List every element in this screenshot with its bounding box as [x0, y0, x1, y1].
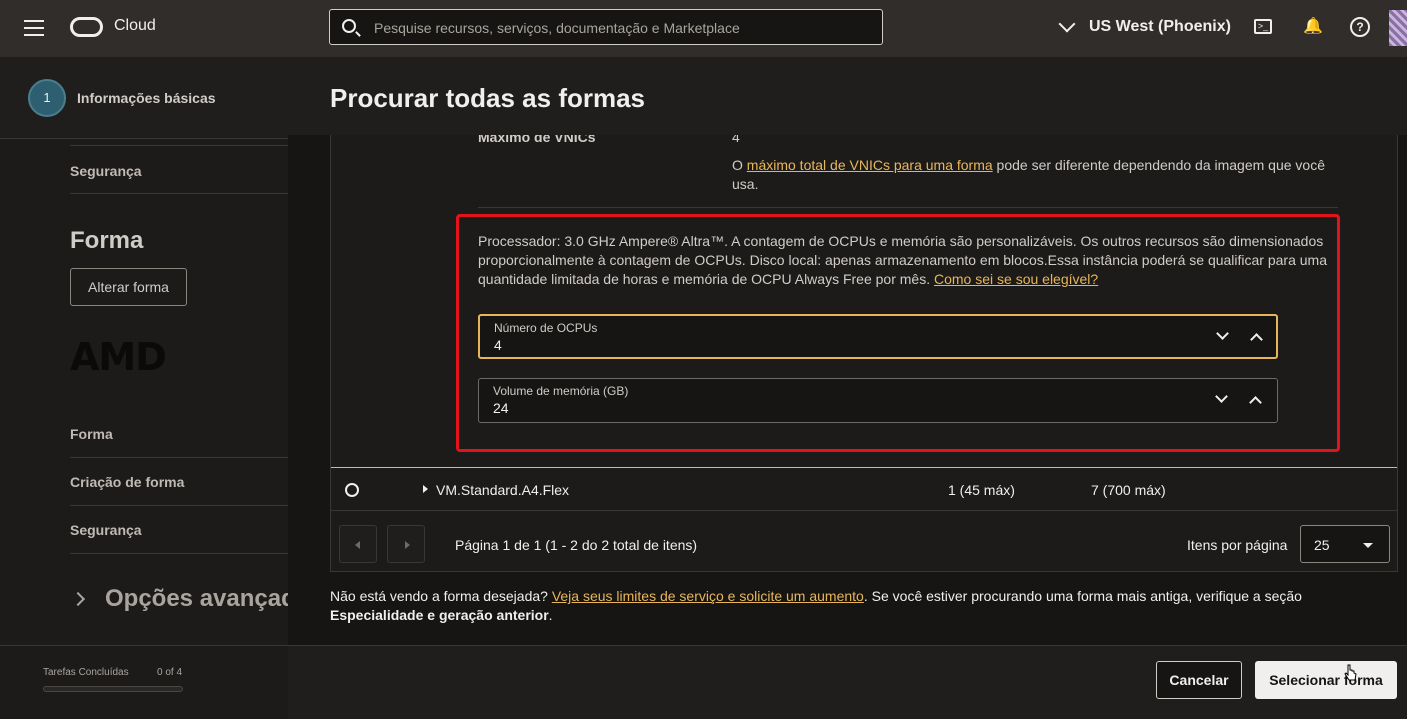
footnote-mid: . Se você estiver procurando uma forma m… — [863, 588, 1302, 604]
cloud-shell-icon[interactable]: >_ — [1254, 19, 1272, 34]
next-page-button[interactable] — [387, 525, 425, 563]
ocpu-count-value[interactable]: 4 — [494, 337, 502, 353]
security-link[interactable]: Segurança — [70, 522, 142, 538]
chevron-left-icon — [355, 541, 360, 549]
footnote-pre: Não está vendo a forma desejada? — [330, 588, 552, 604]
tasks-label: Tarefas Concluídas — [43, 667, 129, 678]
search-input[interactable]: Pesquise recursos, serviços, documentaçã… — [329, 9, 883, 45]
divider — [331, 467, 1397, 468]
amd-logo: AMD — [70, 335, 167, 379]
section-title: Forma — [70, 227, 144, 254]
search-icon — [342, 19, 356, 33]
pagination-info: Página 1 de 1 (1 - 2 do 2 total de itens… — [455, 537, 698, 553]
help-icon[interactable]: ? — [1350, 17, 1370, 37]
chevron-right-icon[interactable] — [70, 591, 86, 607]
decrement-icon[interactable] — [1216, 327, 1229, 340]
tasks-footer: Tarefas Concluídas 0 of 4 — [0, 645, 288, 719]
shape-build-link[interactable]: Criação de forma — [70, 474, 184, 490]
tasks-count: 0 of 4 — [157, 667, 183, 678]
step-number: 1 — [28, 79, 66, 117]
vnic-value: 4 — [732, 135, 740, 145]
increment-icon[interactable] — [1250, 333, 1263, 346]
change-shape-button[interactable]: Alterar forma — [70, 268, 187, 306]
browse-shapes-panel: Procurar todas as formas Máximo de VNICs… — [288, 57, 1407, 719]
ocpu-count-field[interactable]: Número de OCPUs 4 — [478, 314, 1278, 359]
select-shape-button[interactable]: Selecionar forma — [1255, 661, 1397, 699]
cancel-button[interactable]: Cancelar — [1156, 661, 1242, 699]
divider — [70, 145, 288, 146]
per-page-value: 25 — [1314, 537, 1330, 553]
vnic-note-pre: O — [732, 157, 747, 173]
decrement-icon[interactable] — [1215, 390, 1228, 403]
eligibility-link[interactable]: Como sei se sou elegível? — [934, 271, 1098, 287]
shape-link[interactable]: Forma — [70, 426, 113, 442]
divider — [70, 505, 288, 506]
processor-description: Processador: 3.0 GHz Ampere® Altra™. A c… — [478, 232, 1338, 289]
step-label: Informações básicas — [77, 90, 216, 106]
chevron-right-icon — [405, 541, 410, 549]
pointer-cursor-icon — [1344, 664, 1357, 681]
previous-page-button[interactable] — [339, 525, 377, 563]
service-limits-link[interactable]: Veja seus limites de serviço e solicite … — [552, 588, 864, 604]
vnic-total-link[interactable]: máximo total de VNICs para uma forma — [747, 157, 993, 173]
per-page-label: Itens por página — [1187, 537, 1288, 553]
shapes-table: Máximo de VNICs 4 O máximo total de VNIC… — [330, 135, 1398, 572]
memory-label: Volume de memória (GB) — [493, 384, 629, 398]
footnote-end: . — [548, 607, 553, 623]
advanced-options-toggle[interactable]: Opções avançadas — [105, 585, 288, 613]
menu-icon[interactable] — [24, 20, 44, 36]
divider — [70, 553, 288, 554]
vnic-label: Máximo de VNICs — [478, 135, 596, 145]
panel-title: Procurar todas as formas — [330, 83, 646, 113]
shape-name: VM.Standard.A4.Flex — [436, 482, 570, 498]
divider — [70, 193, 288, 194]
region-selector[interactable]: US West (Phoenix) — [1089, 18, 1231, 36]
divider — [331, 510, 1397, 511]
per-page-select[interactable]: 25 — [1300, 525, 1390, 563]
ocpu-count-label: Número de OCPUs — [494, 321, 598, 335]
caret-down-icon — [1363, 543, 1373, 548]
oracle-logo-icon[interactable] — [70, 17, 103, 37]
vnic-note: O máximo total de VNICs para uma forma p… — [732, 156, 1332, 194]
search-placeholder: Pesquise recursos, serviços, documentaçã… — [374, 20, 740, 36]
processor-text: Processador: 3.0 GHz Ampere® Altra™. A c… — [478, 233, 1328, 287]
brand-label[interactable]: Cloud — [114, 17, 156, 35]
wizard-step[interactable]: 1 Informações básicas — [0, 57, 288, 139]
security-link-top[interactable]: Segurança — [70, 163, 142, 179]
memory-field[interactable]: Volume de memória (GB) 24 — [478, 378, 1278, 423]
footnote: Não está vendo a forma desejada? Veja se… — [330, 587, 1370, 625]
increment-icon[interactable] — [1249, 396, 1262, 409]
tasks-progress-bar — [43, 686, 183, 692]
divider — [70, 457, 288, 458]
panel-header: Procurar todas as formas — [288, 57, 1407, 135]
avatar[interactable] — [1389, 10, 1407, 46]
chevron-down-icon[interactable] — [1058, 15, 1076, 33]
shape-memory: 7 (700 máx) — [1091, 482, 1166, 498]
expand-caret-icon[interactable] — [423, 485, 428, 493]
shape-ocpu: 1 (45 máx) — [948, 482, 1015, 498]
left-wizard-panel: 1 Informações básicas Segurança Forma Al… — [0, 57, 288, 719]
divider — [478, 207, 1338, 208]
shape-radio[interactable] — [345, 483, 359, 497]
bell-icon[interactable]: 🔔 — [1303, 17, 1323, 37]
top-bar: Cloud Pesquise recursos, serviços, docum… — [0, 0, 1407, 57]
footnote-bold: Especialidade e geração anterior — [330, 607, 549, 623]
memory-value[interactable]: 24 — [493, 400, 509, 416]
panel-footer: Cancelar Selecionar forma — [288, 645, 1407, 719]
